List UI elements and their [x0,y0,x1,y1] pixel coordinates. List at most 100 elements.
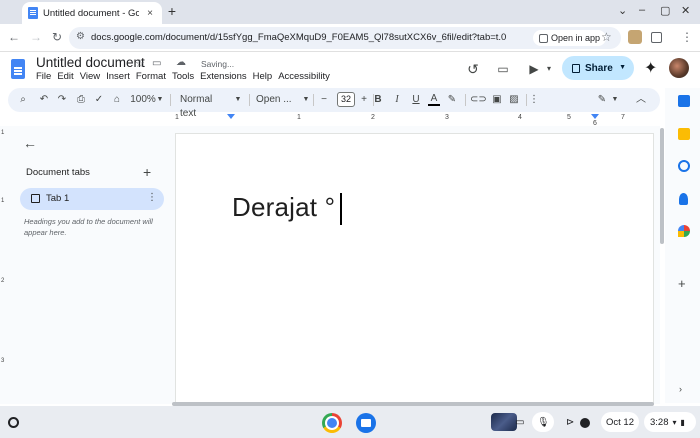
ruler-number: 1 [175,114,179,121]
extension-icon[interactable] [628,30,642,44]
star-icon[interactable]: ☆ [135,57,145,70]
document-tab-1[interactable]: Tab 1 ⋮ [20,188,164,210]
share-button[interactable]: Share ▼ [562,56,634,80]
window-icon[interactable]: ▭ [515,417,524,428]
url-text: docs.google.com/document/d/15sfYgg_FmaQe… [91,32,507,43]
menu-file[interactable]: File [36,71,55,82]
menu-view[interactable]: View [80,71,104,82]
browser-menu-icon[interactable]: ⋮ [680,30,694,44]
print-icon[interactable]: ⎙ [75,93,87,107]
document-body-text[interactable]: Derajat ° [232,192,335,223]
browser-tab[interactable]: Untitled document - Google Do × [22,2,162,24]
italic-button[interactable]: I [391,93,403,107]
right-margin-marker-icon[interactable] [591,114,599,119]
forward-icon[interactable]: → [29,30,43,44]
increase-font-size-icon[interactable]: + [358,93,370,107]
get-addons-icon[interactable]: + [678,276,686,291]
mode-dropdown-icon[interactable]: ▼ [611,93,619,107]
paint-format-icon[interactable]: ⌂ [111,93,123,107]
avatar[interactable] [669,58,689,78]
status-tray[interactable]: 3:28 ▾ ▮ [644,412,696,432]
ruler-number: 1 [1,198,5,204]
undo-icon[interactable]: ↶ [38,93,50,107]
underline-button[interactable]: U [410,93,422,107]
bold-button[interactable]: B [372,93,384,107]
menu-insert[interactable]: Insert [106,71,134,82]
search-menus-icon[interactable]: ⌕ [17,93,29,107]
docs-logo-icon[interactable] [11,59,25,79]
browser-tabstrip: Untitled document - Google Do × + ⌄ – ▢ … [0,0,700,24]
add-comment-icon[interactable]: ▣ [491,93,503,107]
document-page[interactable] [176,134,653,404]
document-tabs-heading: Document tabs [26,167,90,178]
ruler-number: 6 [593,120,597,127]
maximize-button[interactable]: ▢ [660,4,670,17]
new-tab-button[interactable]: + [165,3,179,19]
ruler-number: 3 [1,358,5,364]
highlight-color-icon[interactable]: ✎ [446,93,458,107]
document-title[interactable]: Untitled document [36,55,145,70]
menu-format[interactable]: Format [136,71,170,82]
maps-icon[interactable] [678,225,690,237]
contacts-icon[interactable] [679,193,688,205]
microphone-button[interactable]: 🎙 [532,412,554,432]
address-bar[interactable]: ⚙ docs.google.com/document/d/15sfYgg_Fma… [69,27,621,49]
keep-icon[interactable] [678,128,690,140]
menu-edit[interactable]: Edit [57,71,77,82]
close-tab-icon[interactable]: × [144,8,156,19]
calendar-icon[interactable] [678,95,690,107]
comments-icon[interactable]: ▭ [494,60,512,78]
show-side-panel-icon[interactable]: › [679,384,682,394]
date-button[interactable]: Oct 12 [601,412,639,432]
account-status-icon[interactable] [580,418,590,428]
open-in-app-button[interactable]: Open in app [533,30,607,46]
tab-search-icon[interactable]: ⌄ [618,4,627,17]
launcher-icon[interactable] [8,417,19,428]
zoom-select[interactable]: 100% [130,93,156,107]
font-select[interactable]: Open ... [256,93,300,107]
menu-accessibility[interactable]: Accessibility [278,71,334,82]
files-app-icon[interactable] [356,413,376,433]
zoom-dropdown-icon[interactable]: ▼ [156,93,164,107]
vertical-scrollbar[interactable] [660,128,664,244]
tab-options-icon[interactable]: ⋮ [147,192,157,203]
back-icon[interactable]: ← [7,30,21,44]
gemini-icon[interactable]: ✦ [644,58,657,78]
hide-menus-icon[interactable]: ︿ [635,93,647,107]
menu-tools[interactable]: Tools [172,71,198,82]
font-size-input[interactable]: 32 [337,92,355,107]
menu-help[interactable]: Help [253,71,277,82]
minimize-button[interactable]: – [639,4,645,16]
version-history-icon[interactable]: ↺ [464,60,482,78]
open-app-icon [539,33,548,43]
extensions-puzzle-icon[interactable] [651,32,662,43]
tasks-icon[interactable] [678,160,690,172]
close-outline-icon[interactable]: ← [23,135,37,151]
spellcheck-icon[interactable]: ✓ [93,93,105,107]
site-info-icon[interactable]: ⚙ [76,31,88,43]
reload-icon[interactable]: ↻ [50,30,64,44]
decrease-font-size-icon[interactable]: − [318,93,330,107]
time-label: 3:28 [650,416,669,428]
menu-extensions[interactable]: Extensions [200,71,250,82]
screen-capture-thumbnail[interactable] [491,413,517,431]
more-options-icon[interactable]: ⋮ [528,93,540,107]
menubar: File Edit View Insert Format Tools Exten… [36,71,336,82]
insert-link-icon[interactable]: ⊂⊃ [470,93,487,107]
share-dropdown-icon[interactable]: ▼ [619,64,626,71]
redo-icon[interactable]: ↷ [56,93,68,107]
bookmark-star-icon[interactable]: ☆ [601,30,612,44]
add-tab-button[interactable]: + [143,164,151,180]
text-color-button[interactable]: A [428,93,440,106]
style-dropdown-icon[interactable]: ▼ [234,93,242,107]
font-dropdown-icon[interactable]: ▼ [302,93,310,107]
chrome-app-icon[interactable] [322,413,342,433]
close-window-button[interactable]: ✕ [681,4,690,17]
indent-marker-icon[interactable] [227,114,235,119]
insert-image-icon[interactable]: ▨ [508,93,520,107]
meet-dropdown-icon[interactable]: ▾ [540,60,558,78]
editing-mode-icon[interactable]: ✎ [596,93,608,107]
stylus-icon[interactable]: ⊳ [566,417,574,428]
paragraph-style-select[interactable]: Normal text [180,93,230,119]
move-folder-icon[interactable]: ▭ [152,58,161,69]
